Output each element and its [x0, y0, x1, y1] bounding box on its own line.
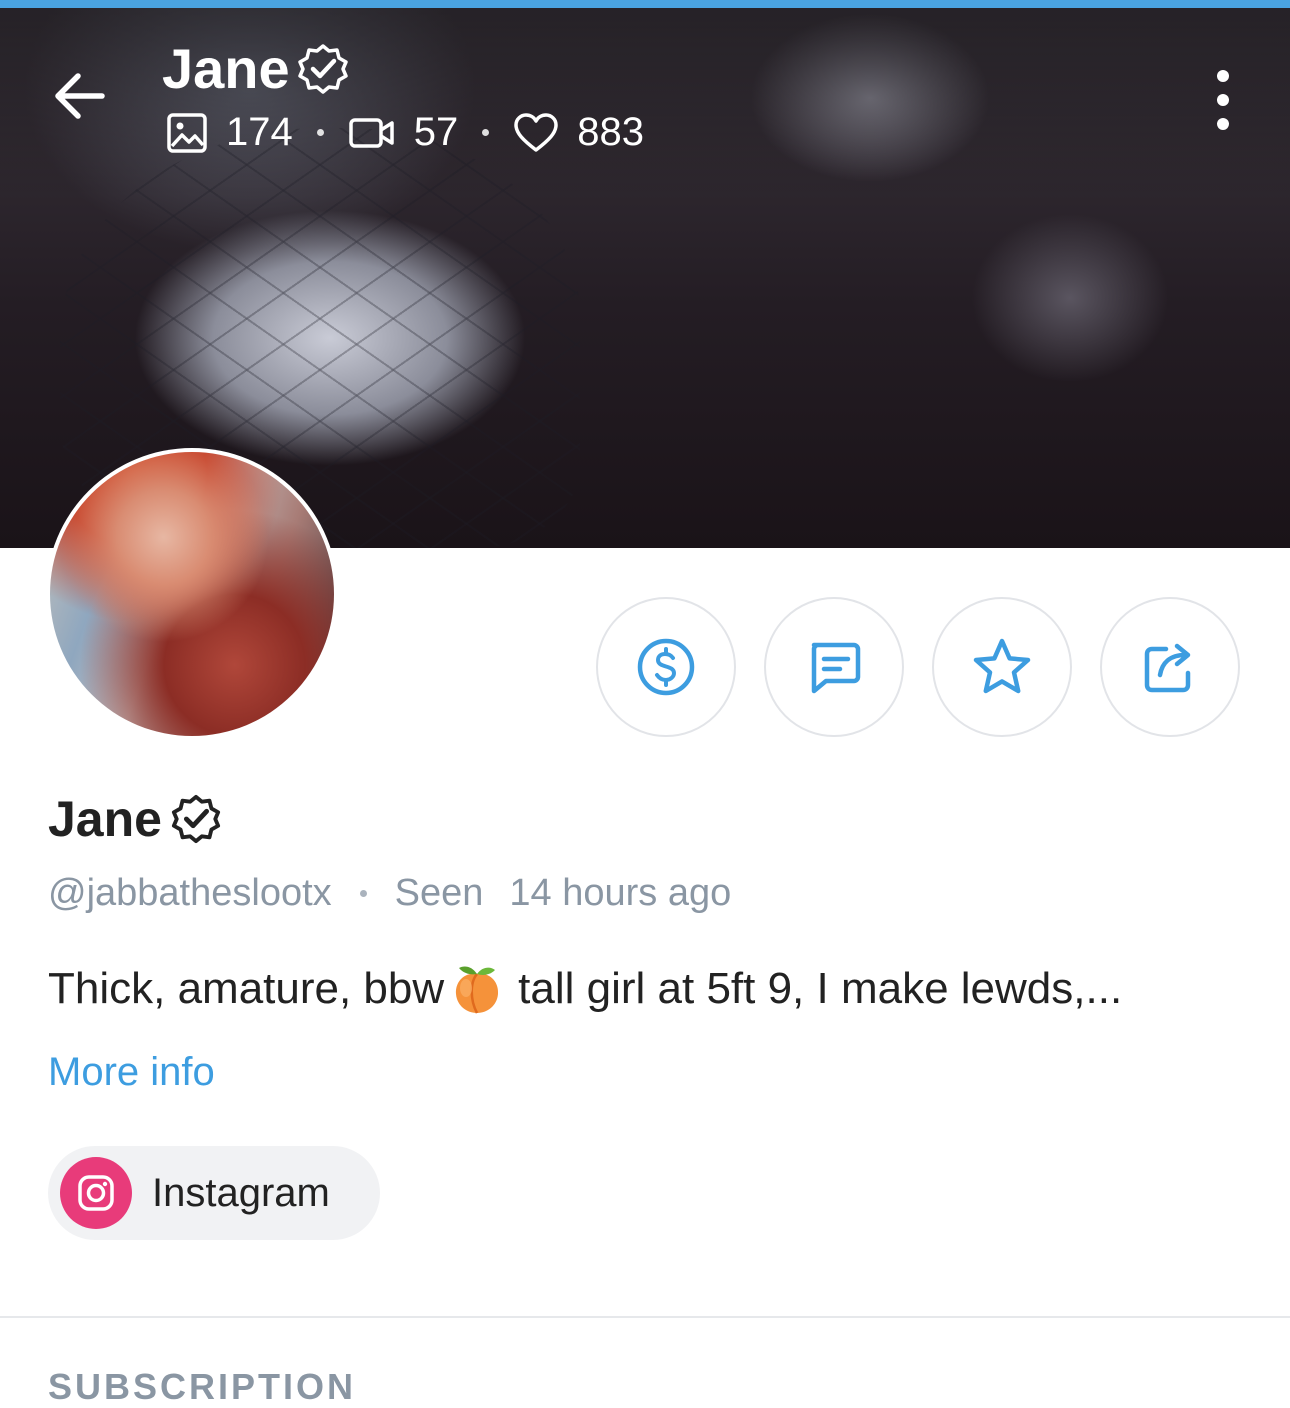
more-vertical-icon	[1217, 70, 1229, 82]
top-accent-bar	[0, 0, 1290, 8]
share-button[interactable]	[1100, 597, 1240, 737]
verified-badge-icon	[297, 43, 348, 94]
more-options-button[interactable]	[1200, 70, 1246, 130]
verified-badge-icon	[171, 794, 221, 844]
header-stats: 174 57 883	[166, 110, 644, 155]
seen-time: 14 hours ago	[509, 872, 732, 914]
profile-name-text: Jane	[48, 791, 162, 847]
tip-button[interactable]	[596, 597, 736, 737]
video-icon	[349, 117, 394, 148]
photos-stat: 174	[166, 110, 293, 155]
instagram-icon-circle	[60, 1157, 132, 1229]
meta-separator	[359, 890, 367, 897]
bio-text-start: Thick, amature, bbw	[48, 964, 445, 1013]
profile-handle: @jabbatheslootx	[48, 872, 332, 914]
dollar-icon	[637, 638, 695, 696]
message-icon	[811, 642, 861, 694]
subscription-section-title: SUBSCRIPTION	[48, 1366, 357, 1407]
more-info-link[interactable]: More info	[48, 1050, 215, 1095]
image-icon	[167, 112, 207, 153]
avatar[interactable]	[46, 448, 338, 740]
message-button[interactable]	[764, 597, 904, 737]
star-icon	[973, 638, 1031, 694]
stat-separator	[316, 129, 324, 136]
heart-icon	[514, 112, 558, 152]
back-button[interactable]	[50, 66, 110, 126]
peach-icon	[456, 966, 499, 1014]
instagram-label: Instagram	[152, 1170, 330, 1215]
header-name-text: Jane	[162, 37, 290, 100]
section-divider	[0, 1316, 1290, 1318]
favorite-button[interactable]	[932, 597, 1072, 737]
profile-meta: @jabbatheslootx Seen 14 hours ago	[48, 872, 731, 915]
header-title: Jane	[162, 36, 350, 101]
likes-stat: 883	[513, 110, 644, 155]
instagram-link[interactable]: Instagram	[48, 1146, 380, 1240]
videos-count: 57	[413, 110, 459, 154]
photos-count: 174	[226, 110, 293, 154]
bio-text-end: tall girl at 5ft 9, I make lewds,...	[518, 964, 1123, 1013]
videos-stat: 57	[348, 110, 459, 155]
profile-bio: Thick, amature, bbw tall girl at 5ft 9, …	[48, 962, 1122, 1016]
share-icon	[1144, 643, 1191, 693]
instagram-icon	[78, 1175, 114, 1211]
seen-label: Seen	[394, 872, 484, 914]
profile-name: Jane	[48, 790, 222, 848]
more-vertical-icon-dot	[1217, 94, 1229, 106]
stat-separator	[482, 129, 490, 136]
profile-header-bar: Jane 174 57 883	[0, 8, 1290, 178]
back-arrow-icon	[55, 73, 105, 119]
more-vertical-icon-dot	[1217, 118, 1229, 130]
likes-count: 883	[577, 110, 644, 154]
avatar-image	[50, 452, 334, 736]
